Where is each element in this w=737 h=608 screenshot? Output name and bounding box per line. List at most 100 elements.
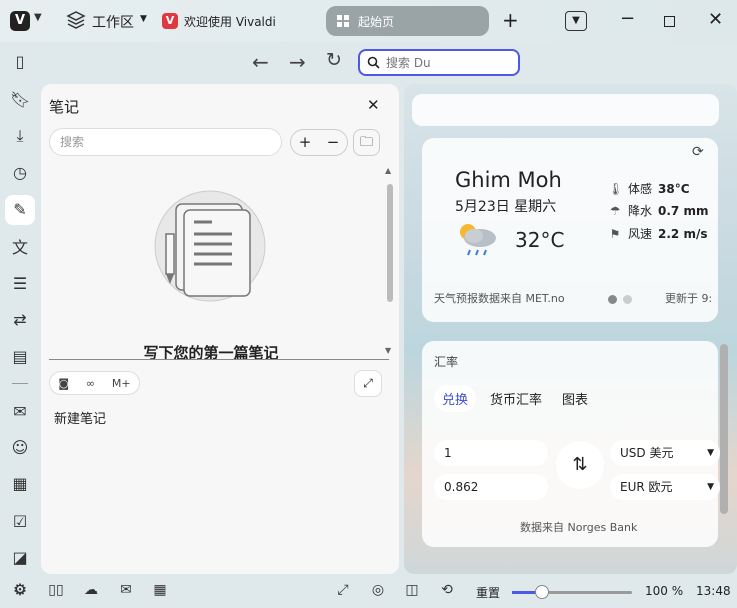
chevron-down-icon: ▼ — [707, 448, 714, 458]
new-note-placeholder[interactable]: 新建笔记 — [54, 408, 106, 427]
tasks-icon[interactable]: ☑ — [10, 512, 30, 532]
mail-icon[interactable]: ✉ — [10, 402, 30, 422]
swap-currency-button[interactable]: ⇅ — [556, 441, 604, 489]
currency-from-select[interactable]: USD 美元 ▼ — [610, 440, 720, 466]
notes-panel: 笔记 ✕ 搜索 + − 🗀︎ ▲ ▼ 写下您的第一篇笔记 ◙ ∞ M+ ⤢ 新建… — [41, 84, 399, 574]
calendar-icon[interactable]: ▦ — [150, 582, 170, 598]
tab-chart[interactable]: 图表 — [556, 385, 594, 412]
downloads-icon[interactable]: ⤓ — [10, 126, 30, 146]
zoom-slider[interactable] — [512, 585, 632, 599]
page-actions-icon[interactable]: ◫ — [402, 582, 422, 598]
add-remove-group: + − — [290, 129, 348, 156]
weather-city: Ghim Moh — [455, 168, 562, 192]
tab-rates[interactable]: 货币汇率 — [484, 385, 548, 412]
contacts-icon[interactable]: ☺ — [10, 438, 30, 458]
chevron-down-icon[interactable]: ▼ — [140, 14, 147, 24]
tab-welcome[interactable]: V 欢迎使用 Vivaldi — [162, 9, 276, 33]
currency-source[interactable]: 数据来自 Norges Bank — [520, 519, 637, 535]
reading-list-icon[interactable]: ☰ — [10, 274, 30, 294]
feels-like-label: 体感 — [628, 182, 653, 196]
currency-to-select[interactable]: EUR 欧元 ▼ — [610, 474, 720, 500]
zoom-slider-knob[interactable] — [535, 585, 549, 599]
weather-widget: ⟳ Ghim Moh 5月23日 星期六 32°C 🌡︎ 体感 38°C ☂ 降… — [422, 138, 718, 322]
notes-scrollbar[interactable]: ▲ ▼ — [385, 166, 394, 361]
tab-list-button[interactable]: ▼ — [565, 11, 587, 31]
notes-divider[interactable] — [49, 359, 389, 360]
settings-icon[interactable]: ⚙ — [10, 582, 30, 598]
calendar-icon[interactable]: ▦ — [10, 474, 30, 494]
history-icon[interactable]: ◷ — [10, 163, 30, 183]
search-field[interactable] — [358, 49, 520, 76]
amount-to-input[interactable]: 0.862 — [434, 474, 548, 500]
camera-icon[interactable]: ◙ — [58, 377, 69, 390]
start-page-search-bar[interactable] — [412, 94, 719, 126]
start-page-scrollbar[interactable] — [720, 344, 728, 514]
remove-note-button[interactable]: − — [319, 130, 347, 155]
vivaldi-menu-icon[interactable]: V — [10, 11, 30, 31]
wind-value: 2.2 m/s — [658, 226, 708, 241]
markdown-toggle[interactable]: M+ — [112, 377, 131, 390]
amount-from-input[interactable]: 1 — [434, 440, 548, 466]
sidebar-divider — [12, 383, 28, 384]
attachment-icon[interactable]: ∞ — [86, 377, 95, 390]
tab-title: 起始页 — [358, 14, 395, 29]
zoom-level: 100 % — [645, 584, 684, 598]
wind-row: ⚑ 风速 2.2 m/s — [608, 225, 708, 242]
currency-from-value: USD 美元 — [620, 446, 674, 460]
panel-toggle-icon[interactable]: ▯ — [10, 52, 30, 72]
currency-title: 汇率 — [434, 355, 459, 369]
minimize-button[interactable]: − — [620, 8, 635, 29]
tiling-icon[interactable]: ▯▯ — [46, 582, 66, 598]
search-icon — [367, 56, 380, 69]
tab-title: 欢迎使用 Vivaldi — [184, 14, 276, 29]
tab-convert[interactable]: 兑换 — [434, 385, 477, 412]
window-icon[interactable]: ▤ — [10, 347, 30, 367]
close-panel-button[interactable]: ✕ — [367, 96, 380, 114]
zoom-reset-button[interactable]: 重置 — [476, 584, 500, 601]
image-toggle-icon[interactable]: ⟲ — [437, 582, 457, 598]
chevron-down-icon[interactable]: ▼ — [34, 12, 42, 23]
refresh-icon[interactable]: ⟳ — [692, 144, 704, 160]
close-window-button[interactable]: ✕ — [708, 9, 723, 30]
precipitation-row: ☂ 降水 0.7 mm — [608, 202, 709, 219]
thermometer-icon: 🌡︎ — [608, 181, 624, 196]
currency-tabs: 兑换 货币汇率 图表 — [434, 385, 594, 412]
feels-like-value: 38°C — [658, 181, 690, 196]
reload-button[interactable]: ↻ — [326, 49, 342, 71]
weather-updated: 更新于 9: — [665, 292, 713, 305]
feeds-icon[interactable]: ◪ — [10, 548, 30, 568]
scroll-thumb[interactable] — [387, 184, 393, 302]
clock: 13:48 — [696, 584, 731, 598]
page-dot[interactable] — [623, 295, 632, 304]
expand-icon[interactable]: ⤢ — [354, 370, 382, 397]
bookmarks-icon[interactable]: 🔖︎ — [10, 90, 30, 110]
scroll-down-icon[interactable]: ▼ — [385, 346, 391, 355]
search-input[interactable] — [386, 55, 511, 70]
sync-icon[interactable]: ⇄ — [10, 310, 30, 330]
scroll-up-icon[interactable]: ▲ — [385, 166, 391, 175]
new-folder-button[interactable]: 🗀︎ — [353, 129, 380, 156]
translate-icon[interactable]: 文 — [10, 238, 30, 258]
title-bar: V ▼ 工作区 ▼ V 欢迎使用 Vivaldi 起始页 + ▼ − ✕ — [0, 0, 737, 42]
forward-button[interactable]: → — [289, 50, 306, 74]
capture-icon[interactable]: ⤢ — [333, 582, 353, 598]
new-tab-button[interactable]: + — [502, 8, 519, 32]
weather-source[interactable]: 天气预报数据来自 MET.no — [434, 290, 565, 306]
start-page: ⟳ Ghim Moh 5月23日 星期六 32°C 🌡︎ 体感 38°C ☂ 降… — [404, 84, 737, 574]
empty-notes-illustration — [154, 190, 266, 302]
mail-icon[interactable]: ✉ — [116, 582, 136, 598]
workspaces-icon[interactable] — [66, 10, 86, 30]
partly-cloudy-rain-icon — [460, 224, 496, 256]
page-dot[interactable] — [608, 295, 617, 304]
back-button[interactable]: ← — [252, 50, 269, 74]
workspace-label[interactable]: 工作区 — [92, 12, 134, 32]
notes-search-input[interactable]: 搜索 — [49, 128, 282, 156]
maximize-button[interactable] — [664, 16, 675, 27]
cloud-sync-icon[interactable]: ☁ — [81, 582, 101, 598]
notes-icon[interactable]: ✎ — [5, 195, 35, 225]
status-bar: ⚙ ▯▯ ☁ ✉ ▦ ⤢ ◎ ◫ ⟲ 重置 100 % 13:48 — [0, 576, 737, 608]
screenshot-icon[interactable]: ◎ — [368, 582, 388, 598]
tab-start-page[interactable]: 起始页 — [326, 6, 489, 36]
add-note-button[interactable]: + — [291, 130, 319, 155]
weather-pager[interactable] — [608, 295, 632, 304]
